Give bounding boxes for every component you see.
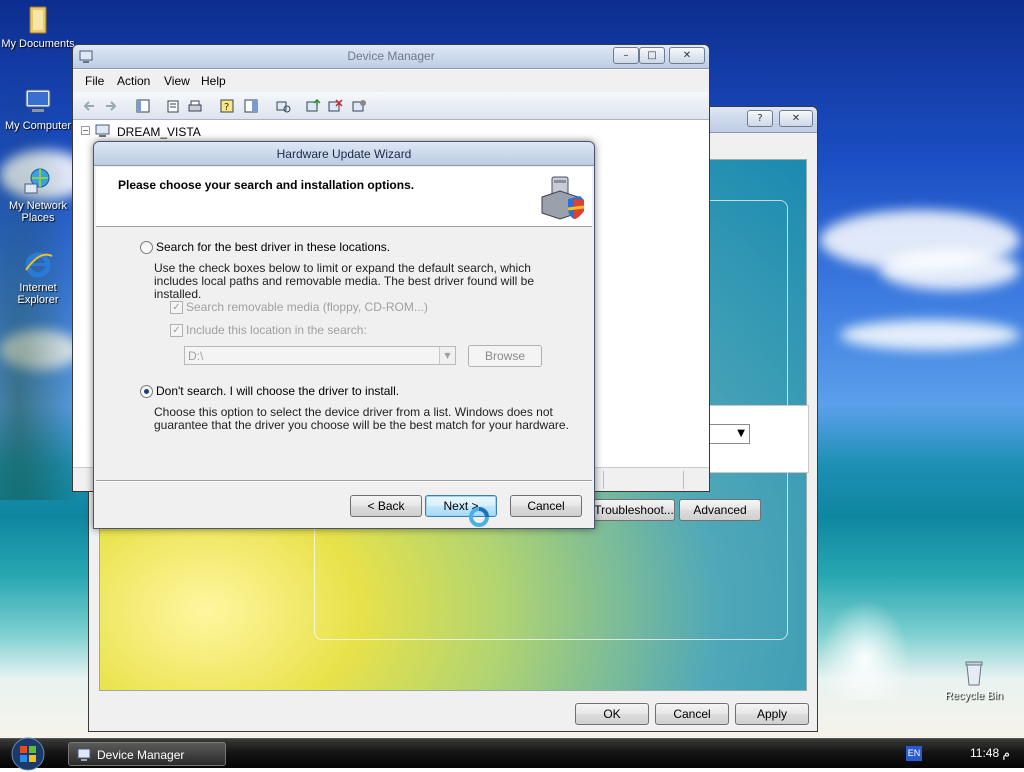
desktop-icon-my-network-places[interactable]: My Network Places xyxy=(0,166,76,224)
taskbar-device-manager-button[interactable]: Device Manager xyxy=(68,742,226,766)
search-removable-media-label: Search removable media (floppy, CD-ROM..… xyxy=(186,300,428,314)
tree-root-label[interactable]: DREAM_VISTA xyxy=(117,125,201,139)
wizard-titlebar: Hardware Update Wizard xyxy=(94,142,594,166)
desktop-icon-label: My Computer xyxy=(4,120,72,132)
computer-node-icon xyxy=(95,124,110,137)
search-removable-media-checkbox[interactable]: ✓ xyxy=(170,301,183,314)
maximize-button[interactable]: □ xyxy=(639,47,665,64)
include-location-label: Include this location in the search: xyxy=(186,323,367,337)
wizard-header: Please choose your search and installati… xyxy=(96,167,592,227)
taskbar: Device Manager EN 11:48 م xyxy=(0,737,1024,771)
recycle-bin-icon xyxy=(965,661,983,686)
close-button[interactable]: ✕ xyxy=(779,110,813,127)
minimize-button[interactable]: – xyxy=(613,47,639,64)
location-path-combobox[interactable]: D:\ ▼ xyxy=(184,346,456,365)
desktop-icon-recycle-bin[interactable]: Recycle Bin xyxy=(936,656,1012,702)
ie-icon xyxy=(25,252,53,278)
dont-search-description: Choose this option to select the device … xyxy=(154,405,569,432)
show-hide-console-tree-icon[interactable] xyxy=(135,98,151,114)
uninstall-device-icon[interactable] xyxy=(327,98,343,114)
combobox-arrow-icon[interactable]: ▼ xyxy=(439,347,455,364)
help-button[interactable]: ? xyxy=(747,110,773,127)
advanced-button[interactable]: Advanced xyxy=(679,499,761,521)
desktop-icon-my-documents[interactable]: My Documents xyxy=(0,4,76,50)
hardware-update-wizard: Hardware Update Wizard Please choose you… xyxy=(93,141,595,529)
computer-icon xyxy=(25,89,51,112)
menu-view[interactable]: View xyxy=(164,74,190,88)
start-orb-icon[interactable] xyxy=(10,736,46,772)
dont-search-label[interactable]: Don't search. I will choose the driver t… xyxy=(156,384,399,398)
location-path-value: D:\ xyxy=(188,349,204,363)
wizard-title: Hardware Update Wizard xyxy=(276,147,412,161)
dont-search-radio[interactable] xyxy=(140,385,153,398)
properties-icon[interactable] xyxy=(165,98,181,114)
cancel-button[interactable]: Cancel xyxy=(510,495,582,517)
search-best-driver-label[interactable]: Search for the best driver in these loca… xyxy=(156,240,390,254)
device-manager-titlebar: Device Manager – □ ✕ xyxy=(73,45,709,69)
boat-decoration xyxy=(820,600,910,700)
back-arrow-icon[interactable] xyxy=(81,98,97,114)
apply-button[interactable]: Apply xyxy=(735,703,809,725)
language-indicator[interactable]: EN xyxy=(906,746,922,761)
dropdown-arrow-icon[interactable]: ▼ xyxy=(710,424,750,444)
hardware-shield-icon xyxy=(541,176,585,220)
forward-arrow-icon[interactable] xyxy=(103,98,119,114)
wizard-separator xyxy=(96,480,592,482)
desktop-icon-my-computer[interactable]: My Computer xyxy=(0,86,76,132)
browse-button[interactable]: Browse xyxy=(468,345,542,367)
cancel-button[interactable]: Cancel xyxy=(655,703,729,725)
show-action-pane-icon[interactable] xyxy=(243,98,259,114)
device-manager-icon xyxy=(77,748,91,761)
desktop-icon-label: Internet Explorer xyxy=(17,282,59,306)
folder-icon xyxy=(29,6,47,34)
desktop-icon-label: Recycle Bin xyxy=(944,690,1004,702)
network-icon xyxy=(24,168,50,194)
include-location-checkbox[interactable]: ✓ xyxy=(170,324,183,337)
disable-device-icon[interactable] xyxy=(351,98,367,114)
tree-expand-toggle[interactable]: − xyxy=(81,126,90,135)
wizard-heading: Please choose your search and installati… xyxy=(118,178,415,192)
properties-dropdown[interactable]: ▼ xyxy=(709,405,809,473)
back-button[interactable]: < Back xyxy=(350,495,422,517)
troubleshoot-button[interactable]: Troubleshoot... xyxy=(593,499,675,521)
print-icon[interactable] xyxy=(187,98,203,114)
svg-text:?: ? xyxy=(224,102,229,113)
desktop-icon-label: My Documents xyxy=(1,38,75,50)
toolbar: ? xyxy=(73,92,709,120)
busy-cursor-icon xyxy=(469,507,489,527)
close-button[interactable]: ✕ xyxy=(669,47,705,64)
menu-action[interactable]: Action xyxy=(117,74,150,88)
search-description: Use the check boxes below to limit or ex… xyxy=(154,261,534,301)
taskbar-button-label: Device Manager xyxy=(97,748,185,762)
system-clock[interactable]: 11:48 م xyxy=(970,746,1010,760)
scan-hardware-changes-icon[interactable] xyxy=(275,98,291,114)
ok-button[interactable]: OK xyxy=(575,703,649,725)
help-icon[interactable]: ? xyxy=(219,98,235,114)
desktop-icon-internet-explorer[interactable]: Internet Explorer xyxy=(0,248,76,306)
desktop-icon-label: My Network Places xyxy=(8,200,68,224)
menu-file[interactable]: File xyxy=(85,74,104,88)
menu-bar: File Action View Help xyxy=(73,70,709,92)
update-driver-icon[interactable] xyxy=(305,98,321,114)
menu-help[interactable]: Help xyxy=(201,74,226,88)
search-best-driver-radio[interactable] xyxy=(140,241,153,254)
